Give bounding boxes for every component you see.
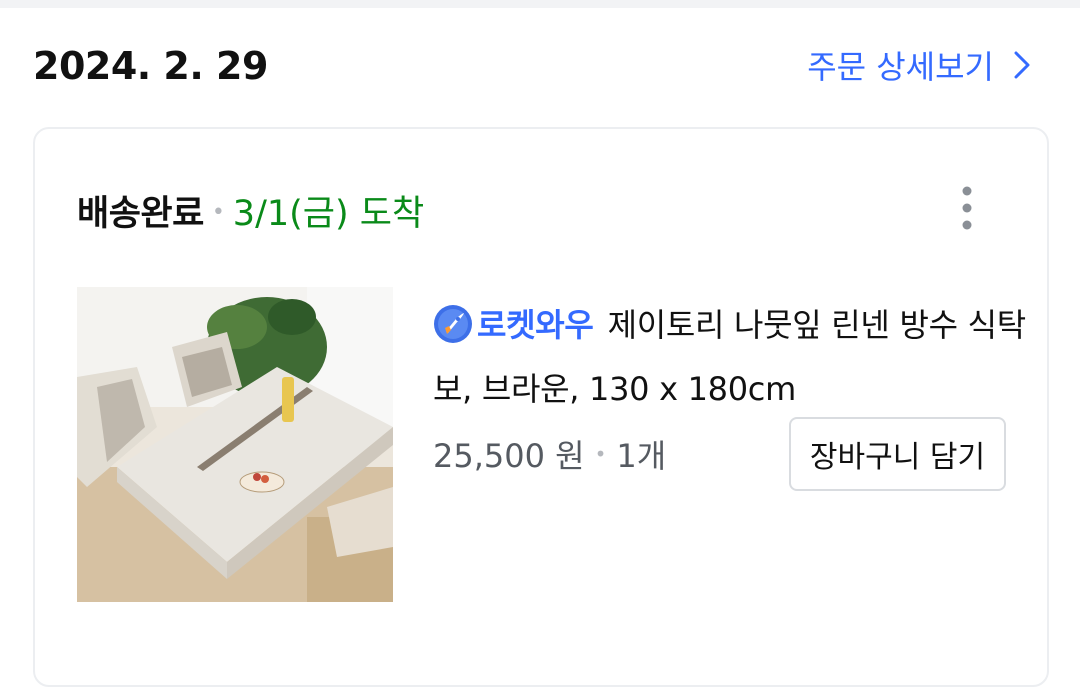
rocket-wow-icon — [434, 305, 472, 343]
delivery-status: 배송완료 — [77, 194, 204, 234]
product-price: 25,500 원 — [433, 437, 585, 475]
order-card: 배송완료 • 3/1(금) 도착 로켓와우 제이토리 나뭇잎 린넨 방수 식탁보… — [33, 127, 1049, 687]
add-to-cart-button[interactable]: 장바구니 담기 — [789, 417, 1006, 491]
price-row: 25,500 원 • 1개 — [433, 431, 666, 477]
more-options-icon[interactable] — [953, 185, 981, 231]
product-info: 로켓와우 제이토리 나뭇잎 린넨 방수 식탁보, 브라운, 130 x 180cm — [433, 293, 1033, 421]
separator-dot: • — [594, 442, 607, 466]
top-divider-strip — [0, 0, 1080, 8]
product-quantity: 1개 — [616, 437, 667, 475]
product-thumbnail[interactable] — [77, 287, 393, 602]
arrival-date: 3/1(금) 도착 — [232, 194, 425, 234]
rocket-wow-label: 로켓와우 — [477, 306, 594, 344]
separator-dot: • — [211, 200, 225, 225]
shipment-status-row: 배송완료 • 3/1(금) 도착 — [77, 185, 424, 236]
product-title[interactable]: 로켓와우 제이토리 나뭇잎 린넨 방수 식탁보, 브라운, 130 x 180cm — [433, 293, 1033, 421]
order-date: 2024. 2. 29 — [33, 44, 268, 88]
order-detail-label: 주문 상세보기 — [807, 48, 994, 86]
chevron-right-icon — [1014, 51, 1030, 79]
order-header: 2024. 2. 29 주문 상세보기 — [0, 8, 1080, 126]
order-detail-link[interactable]: 주문 상세보기 — [807, 42, 1032, 88]
